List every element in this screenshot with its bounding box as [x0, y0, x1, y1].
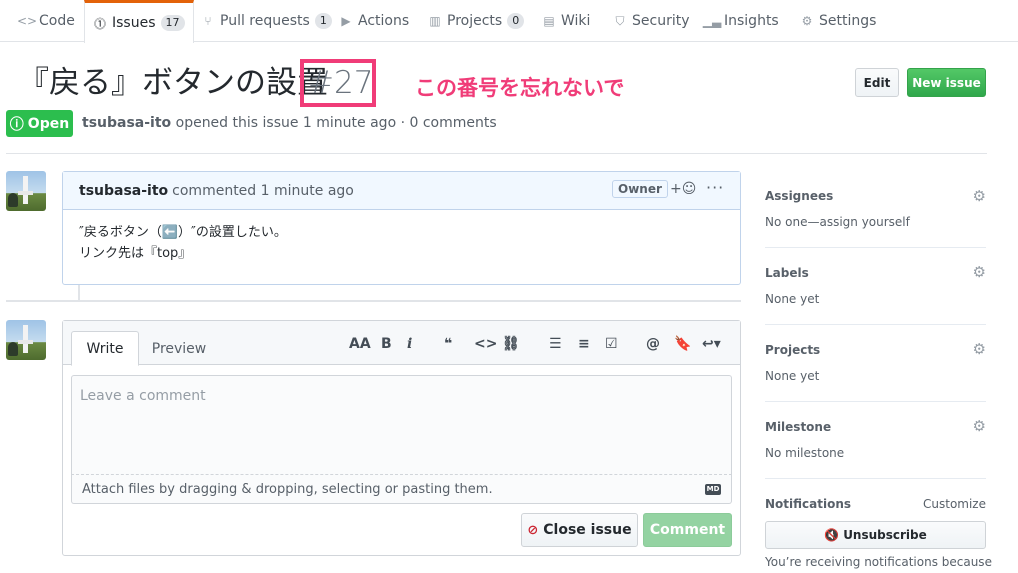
avatar[interactable]	[6, 320, 46, 360]
issue-closed-icon: ⊘	[527, 522, 539, 538]
unsubscribe-button[interactable]: 🔇 Unsubscribe	[765, 521, 986, 549]
assignees-title[interactable]: Assignees	[765, 189, 833, 203]
graph-icon: ▁▃	[702, 14, 722, 28]
editor-header: Write Preview AA B i ❝ <> ⛓ ☰ ≡ ☑ @ 🔖 ↩▾	[63, 321, 740, 366]
projects-title[interactable]: Projects	[765, 343, 820, 357]
milestone-value: No milestone	[765, 446, 845, 460]
milestone-title[interactable]: Milestone	[765, 420, 831, 434]
comment-button[interactable]: Comment	[643, 513, 732, 547]
tab-pull-requests[interactable]: ⑂ Pull requests 1	[201, 0, 332, 42]
divider	[765, 324, 986, 325]
bullet-list-icon[interactable]: ☰	[549, 336, 562, 352]
issue-number: #27	[308, 65, 374, 101]
gear-icon[interactable]: ⚙	[973, 340, 986, 358]
comment-input[interactable]: Leave a comment	[71, 375, 732, 475]
gear-icon[interactable]: ⚙	[973, 263, 986, 281]
timeline-stem	[78, 285, 80, 300]
divider	[765, 401, 986, 402]
annotation-text: この番号を忘れないで	[415, 76, 625, 100]
add-reaction-icon[interactable]: +☺	[670, 181, 696, 197]
issues-count: 17	[160, 15, 185, 31]
play-icon: ▶	[341, 14, 351, 28]
projects-value: None yet	[765, 369, 820, 383]
comment-body: ″戻るボタン（⬅️）″の設置したい。 リンク先は『top』	[79, 225, 287, 261]
tab-security[interactable]: ⛉ Security	[613, 0, 689, 42]
tab-projects[interactable]: ▥ Projects 0	[428, 0, 525, 42]
attach-files-area[interactable]: Attach files by dragging & dropping, sel…	[71, 474, 732, 504]
tab-actions[interactable]: ▶ Actions	[339, 0, 409, 42]
divider	[765, 247, 986, 248]
comment-box: tsubasa-ito commented 1 minute ago Owner…	[62, 171, 741, 285]
book-icon: ▤	[543, 14, 555, 28]
project-icon: ▥	[429, 14, 441, 28]
task-list-icon[interactable]: ☑	[605, 336, 618, 352]
tab-code[interactable]: <> Code	[16, 0, 75, 42]
tab-issues[interactable]: ⓵ Issues 17	[84, 0, 194, 43]
pr-count: 1	[314, 13, 332, 29]
git-pull-request-icon: ⑂	[204, 14, 212, 28]
code-icon: <>	[16, 14, 38, 28]
comment-header: tsubasa-ito commented 1 minute ago Owner…	[63, 172, 740, 210]
reply-icon[interactable]: ↩▾	[702, 336, 721, 352]
labels-title[interactable]: Labels	[765, 266, 809, 280]
notifications-title: Notifications	[765, 497, 852, 511]
bookmark-icon[interactable]: 🔖	[674, 336, 691, 352]
issue-opened-icon: ⓘ	[9, 116, 24, 133]
comment-timestamp: commented 1 minute ago	[172, 182, 354, 199]
owner-badge: Owner	[612, 180, 668, 198]
close-issue-button[interactable]: ⊘ Close issue	[521, 513, 638, 547]
divider	[765, 478, 986, 479]
numbered-list-icon[interactable]: ≡	[578, 336, 590, 352]
avatar[interactable]	[6, 171, 46, 211]
bold-icon[interactable]: B	[381, 336, 392, 352]
comment-author[interactable]: tsubasa-ito	[79, 183, 168, 199]
sidebar: Assignees ⚙ No one—assign yourself Label…	[765, 0, 992, 573]
assignees-value[interactable]: No one—assign yourself	[765, 215, 910, 229]
mention-icon[interactable]: @	[646, 336, 660, 352]
gear-icon[interactable]: ⚙	[973, 187, 986, 205]
more-options-icon[interactable]: ···	[706, 178, 724, 197]
markdown-icon[interactable]: MD	[705, 484, 721, 495]
tab-wiki[interactable]: ▤ Wiki	[542, 0, 590, 42]
heading-icon[interactable]: AA	[349, 336, 371, 352]
link-icon[interactable]: ⛓	[502, 336, 520, 352]
notifications-reason: You’re receiving notifications because	[765, 555, 992, 569]
gear-icon[interactable]: ⚙	[973, 417, 986, 435]
issue-opened-icon: ⓵	[93, 16, 106, 31]
issue-title: 『戻る』ボタンの設置	[18, 65, 328, 101]
quote-icon[interactable]: ❝	[444, 336, 452, 352]
issue-meta: tsubasa-ito opened this issue 1 minute a…	[82, 115, 497, 131]
code-icon[interactable]: <>	[474, 336, 497, 352]
author-link[interactable]: tsubasa-ito	[82, 115, 171, 131]
labels-value: None yet	[765, 292, 820, 306]
divider	[6, 300, 741, 302]
shield-icon: ⛉	[615, 13, 625, 28]
italic-icon[interactable]: i	[407, 336, 412, 352]
comment-editor: Write Preview AA B i ❝ <> ⛓ ☰ ≡ ☑ @ 🔖 ↩▾…	[62, 320, 741, 556]
tab-preview[interactable]: Preview	[151, 331, 207, 366]
tab-write[interactable]: Write	[71, 331, 139, 366]
projects-count: 0	[507, 13, 525, 29]
customize-link[interactable]: Customize	[923, 497, 986, 511]
mute-icon: 🔇	[824, 528, 840, 542]
status-badge: ⓘ Open	[6, 110, 73, 137]
